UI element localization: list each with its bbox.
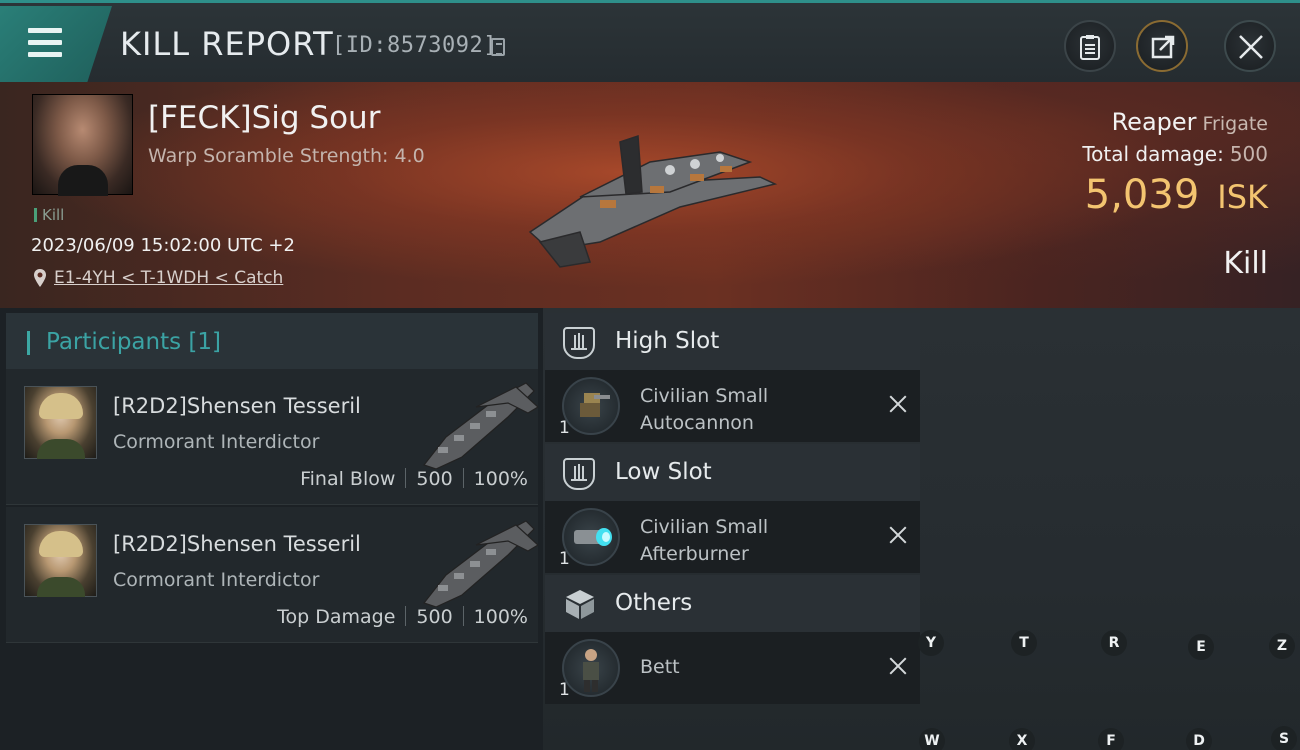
participant-ship: Cormorant Interdictor [113,431,320,453]
copy-icon[interactable] [491,38,505,56]
high-slot-icon [563,327,595,359]
isk-value: 5,039 ISK [1085,172,1268,218]
participants-title: Participants [1] [46,329,221,355]
participant-name: [R2D2]Shensen Tesseril [113,394,361,418]
participant-row[interactable]: [R2D2]Shensen Tesseril Cormorant Interdi… [6,507,538,643]
high-slot-title: High Slot [615,328,720,354]
ship-name-text: Reaper [1111,108,1197,136]
participant-damage: 500 [416,468,453,490]
afterburner-icon [562,508,620,566]
close-icon [1239,35,1263,59]
participant-stats: Final Blow 500 100% [300,468,528,490]
item-name: Civilian Small Autocannon [640,383,860,437]
report-id: [ID:8573092] [332,33,497,58]
item-quantity: 1 [559,549,570,569]
share-button[interactable] [1136,20,1188,72]
result-label: Kill [1223,246,1268,281]
location-link[interactable]: E1-4YH < T-1WDH < Catch [54,268,283,288]
kill-timestamp: 2023/06/09 15:02:00 UTC +2 [31,235,295,256]
item-name-line: Civilian Small [640,516,769,538]
item-name-line: Autocannon [640,412,754,434]
key-hint: F [1098,728,1124,750]
stat-divider [405,606,407,626]
total-damage-value: 500 [1229,142,1268,166]
item-name-line: Bett [640,656,680,678]
participant-ship-image [423,382,538,469]
stat-divider [462,606,464,626]
share-icon [1151,35,1175,59]
stat-divider [462,468,464,488]
key-hint: E [1188,634,1214,660]
total-damage: Total damage: 500 [1082,142,1268,166]
participant-stats: Top Damage 500 100% [277,606,528,628]
participant-percent: 100% [473,468,528,490]
participant-avatar[interactable] [24,386,97,459]
key-hint: Z [1269,633,1295,659]
item-name: Bett [640,654,860,681]
victim-name[interactable]: [FECK]Sig Sour [148,100,380,136]
location-pin-icon [34,269,46,287]
others-header: Others [545,575,920,633]
close-button[interactable] [1224,20,1276,72]
close-icon[interactable] [888,525,908,545]
participant-percent: 100% [473,606,528,628]
participant-role: Top Damage [277,606,396,628]
isk-unit: ISK [1217,178,1268,216]
item-name-line: Civilian Small [640,385,769,407]
low-slot-title: Low Slot [615,459,712,485]
participant-avatar[interactable] [24,524,97,597]
isk-amount: 5,039 [1084,172,1200,218]
participant-row[interactable]: [R2D2]Shensen Tesseril Cormorant Interdi… [6,369,538,505]
fitting-panel: High Slot 1 Civilian Small Autocannon Lo… [543,308,1300,750]
item-name-line: Afterburner [640,543,749,565]
participant-role: Final Blow [300,468,396,490]
cargo-box-icon [566,590,594,619]
victim-subtitle: Warp Soramble Strength: 4.0 [148,145,425,167]
participant-name: [R2D2]Shensen Tesseril [113,532,361,556]
participants-header: Participants [1] [6,313,538,371]
menu-button[interactable] [0,6,112,82]
key-hint: T [1011,630,1037,656]
top-bar: KILL REPORT [ID:8573092] [0,0,1300,82]
low-slot-header: Low Slot [545,444,920,502]
victim-ship-name: Reaper Frigate [1112,108,1268,136]
victim-banner: [FECK]Sig Sour Warp Soramble Strength: 4… [0,82,1300,308]
participants-panel: Participants [1] [R2D2]Shensen Tesseril … [0,308,543,750]
item-quantity: 1 [559,680,570,700]
victim-ship-image[interactable] [520,122,790,272]
key-hint: W [919,728,945,750]
low-slot-icon [563,458,595,490]
kill-tag: Kill [34,206,64,224]
key-hint: Y [918,630,944,656]
key-hint: R [1101,630,1127,656]
high-slot-header: High Slot [545,313,920,371]
page-title: KILL REPORT [120,25,334,63]
victim-avatar[interactable] [32,94,133,196]
close-icon[interactable] [888,394,908,414]
autocannon-icon [562,377,620,435]
close-icon[interactable] [888,656,908,676]
key-hint: X [1009,728,1035,750]
participant-ship: Cormorant Interdictor [113,569,320,591]
module-row[interactable]: 1 Civilian Small Afterburner [545,501,920,573]
participant-damage: 500 [416,606,453,628]
others-title: Others [615,590,693,616]
total-damage-label: Total damage: [1082,142,1224,166]
module-row[interactable]: 1 Bett [545,632,920,704]
ship-class: Frigate [1202,113,1268,135]
item-name: Civilian Small Afterburner [640,514,860,568]
person-icon [562,639,620,697]
stat-divider [405,468,407,488]
clipboard-icon [1080,35,1100,60]
key-hint: D [1186,728,1212,750]
module-row[interactable]: 1 Civilian Small Autocannon [545,370,920,442]
clipboard-button[interactable] [1064,20,1116,72]
item-quantity: 1 [559,418,570,438]
key-hint: S [1271,726,1297,750]
hamburger-icon [28,28,64,58]
participant-ship-image [423,520,538,607]
